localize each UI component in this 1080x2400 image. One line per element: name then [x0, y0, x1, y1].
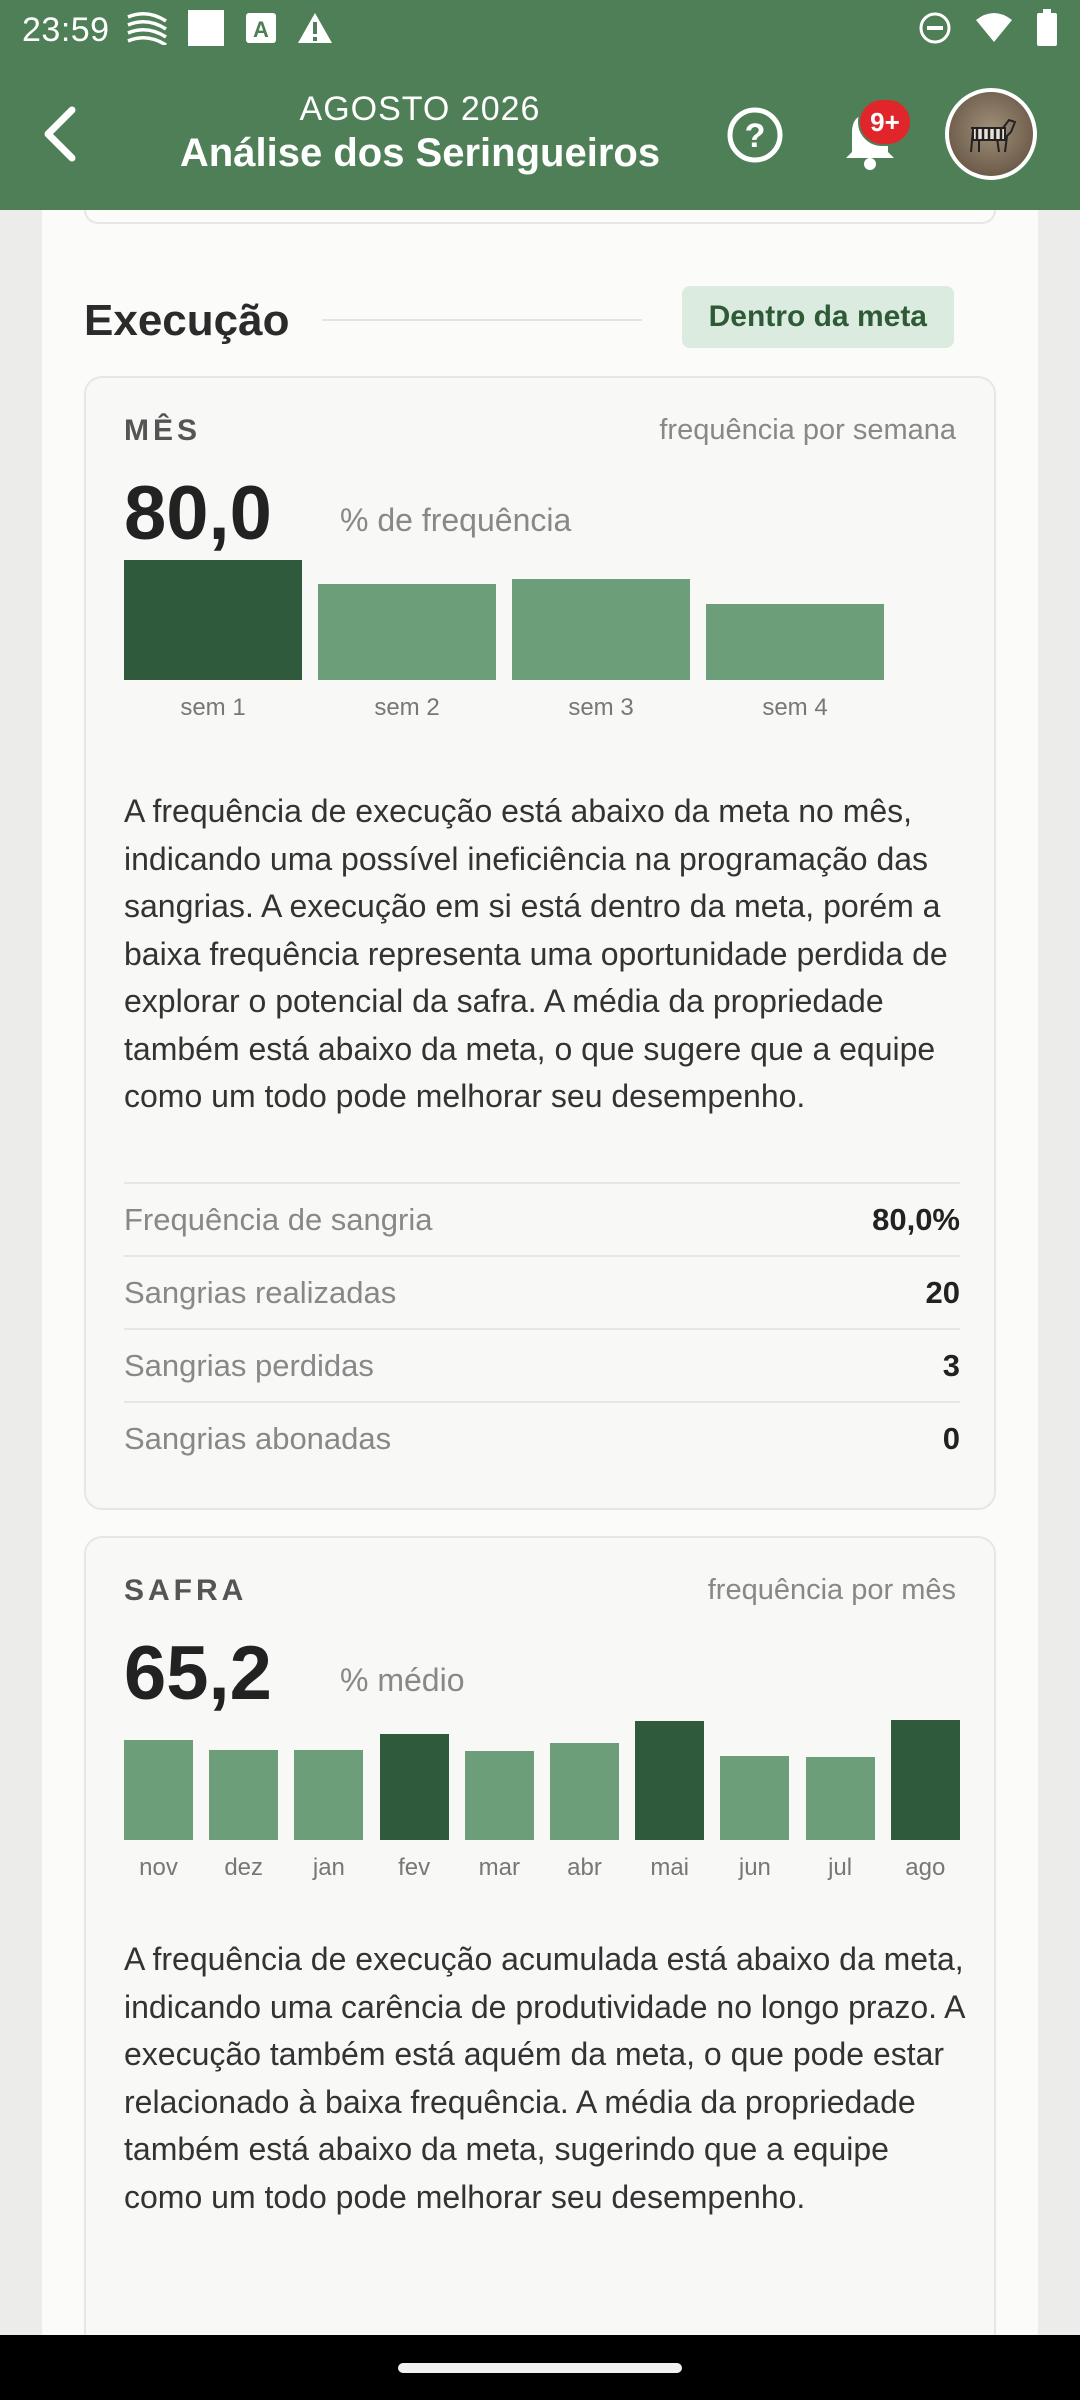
week-tick-label: sem 3 [568, 694, 634, 721]
month-bar-dez [209, 1750, 279, 1840]
table-row: Sangrias abonadas 0 [124, 1401, 960, 1474]
system-nav-bar [0, 2335, 1080, 2400]
card-hint: frequência por semana [659, 414, 956, 446]
week-tick-label: sem 1 [180, 694, 246, 721]
app-bar: AGOSTO 2026 Análise dos Seringueiros ? 9… [0, 60, 1080, 210]
status-time: 23:59 [22, 10, 110, 49]
month-bar-jan [294, 1750, 364, 1840]
app-bar-titles: AGOSTO 2026 Análise dos Seringueiros [160, 90, 680, 176]
month-bar-nov [124, 1740, 193, 1840]
month-card: MÊS frequência por semana 80,0 % de freq… [84, 376, 996, 1510]
status-bar: 23:59 A [0, 0, 1080, 60]
table-row: Sangrias realizadas 20 [124, 1255, 960, 1328]
month-tick-label: ago [905, 1854, 946, 1881]
home-gesture-handle[interactable] [398, 2363, 682, 2373]
warning-icon [296, 11, 334, 50]
notification-badge: 9+ [858, 98, 912, 146]
metrics-table: Frequência de sangria 80,0% Sangrias reali… [124, 1182, 960, 1474]
frequency-value: 80,0 [124, 471, 272, 556]
month-bar-jul [805, 1757, 875, 1840]
help-button[interactable]: ? [725, 105, 785, 165]
row-label: Sangrias realizadas [124, 1274, 397, 1310]
row-label: Sangrias perdidas [124, 1347, 374, 1383]
svg-text:?: ? [745, 117, 766, 155]
period-subtitle: AGOSTO 2026 [299, 90, 541, 128]
month-bar-ago [890, 1720, 960, 1840]
month-tick-label: abr [567, 1854, 602, 1881]
monthly-frequency-chart: nov dez jan fev mar abr mai jun jul ago [124, 1720, 960, 1881]
week-bar-sem-3 [512, 579, 690, 680]
weekly-frequency-chart: sem 1 sem 2 sem 3 sem 4 [124, 560, 924, 721]
analysis-paragraph: A frequência de execução está abaixo da … [124, 793, 948, 1114]
svg-text:A: A [253, 17, 269, 42]
month-tick-label: dez [224, 1854, 264, 1881]
previous-card-edge [84, 210, 996, 224]
help-icon: ? [727, 107, 783, 163]
week-tick-label: sem 4 [762, 694, 828, 721]
month-tick-label: fev [398, 1854, 431, 1881]
month-bar-abr [550, 1743, 619, 1840]
card-hint: frequência por mês [707, 1574, 956, 1606]
frequency-unit: % de frequência [340, 502, 572, 538]
month-tick-label: mar [478, 1854, 520, 1881]
status-badge: Dentro da meta [681, 286, 954, 348]
month-bar-jun [720, 1756, 790, 1840]
row-value: 3 [942, 1347, 960, 1383]
month-bar-mar [464, 1751, 534, 1840]
battery-icon [1036, 8, 1058, 52]
table-row: Frequência de sangria 80,0% [124, 1182, 960, 1255]
analysis-paragraph: A frequência de execução acumulada está … [124, 1941, 964, 2215]
week-bar-sem-1 [124, 560, 302, 680]
execution-section-header: Execução Dentro da meta [84, 286, 996, 350]
section-title: Execução [84, 296, 290, 345]
month-tick-label: jul [828, 1854, 853, 1881]
month-bar-mai [635, 1721, 705, 1840]
back-arrow-icon [44, 106, 76, 162]
month-tick-label: jun [738, 1854, 771, 1881]
month-bar-fev [379, 1734, 449, 1840]
row-value: 0 [942, 1420, 960, 1456]
row-value: 20 [925, 1274, 960, 1310]
week-bar-sem-4 [706, 604, 884, 680]
square-notification-icon [186, 8, 226, 53]
do-not-disturb-icon [918, 11, 952, 50]
row-value: 80,0% [872, 1201, 960, 1237]
card-label: MÊS [124, 414, 202, 447]
content-scroll[interactable]: Execução Dentro da meta MÊS frequência p… [0, 210, 1080, 2335]
page-title: Análise dos Seringueiros [179, 131, 661, 175]
harvest-card: SAFRA frequência por mês 65,2 % médio no… [84, 1536, 996, 2335]
font-a-icon: A [244, 11, 278, 50]
month-tick-label: mai [650, 1854, 690, 1881]
table-row: Sangrias perdidas 3 [124, 1328, 960, 1401]
frequency-value: 65,2 [124, 1631, 272, 1716]
zebra-icon [970, 118, 1017, 153]
avatar[interactable] [945, 88, 1037, 180]
section-divider [322, 319, 642, 321]
back-button[interactable] [30, 104, 90, 164]
week-tick-label: sem 2 [374, 694, 440, 721]
wifi-signal-icon [126, 11, 168, 50]
row-label: Frequência de sangria [124, 1201, 433, 1237]
wifi-icon [974, 12, 1014, 49]
frequency-unit: % médio [340, 1662, 465, 1698]
card-label: SAFRA [124, 1574, 248, 1607]
month-tick-label: jan [312, 1854, 345, 1881]
week-bar-sem-2 [318, 584, 496, 680]
row-label: Sangrias abonadas [124, 1420, 392, 1456]
month-tick-label: nov [139, 1854, 178, 1881]
